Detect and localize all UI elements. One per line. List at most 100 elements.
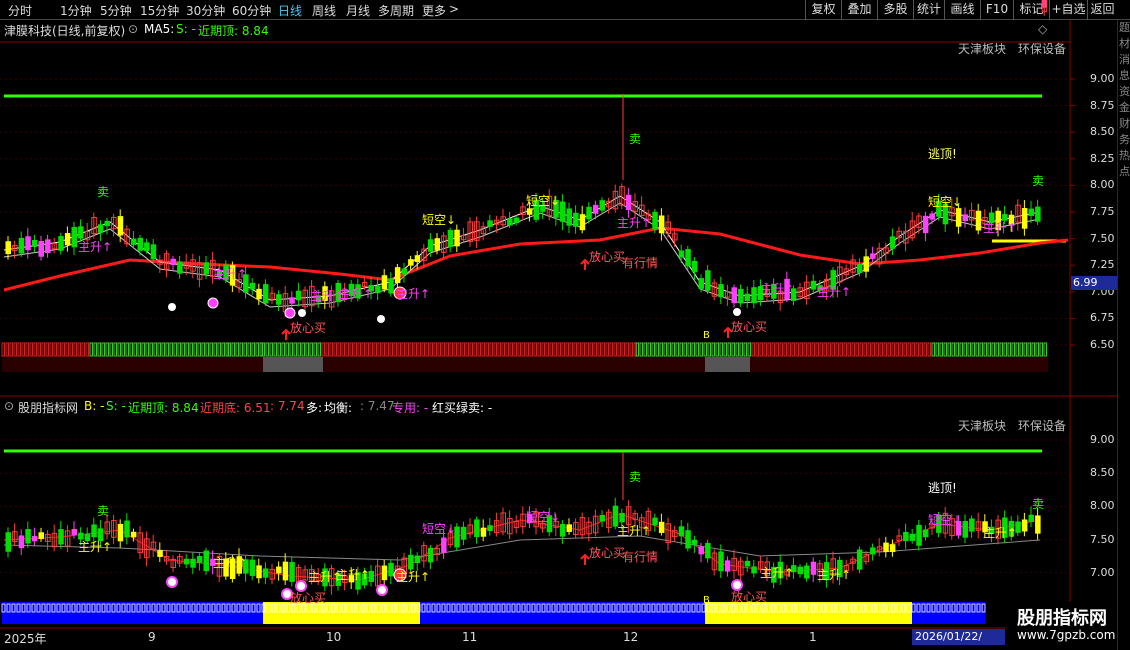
candle-body (718, 284, 724, 298)
watermark-title: 股朋指标网 (1017, 608, 1107, 629)
kline-chart-canvas[interactable] (0, 0, 1117, 650)
candle-body (289, 297, 295, 304)
candle-body (25, 236, 31, 251)
candle-body (652, 211, 658, 230)
zhusheng-label: 主升↑ (339, 287, 374, 301)
sub-candle-body (969, 518, 975, 532)
sub-candle-body (619, 512, 625, 523)
band-grey (705, 357, 750, 372)
candle-body (526, 208, 533, 215)
chevron-down-icon[interactable]: ⊙ (128, 22, 138, 36)
candle-body (592, 204, 599, 214)
candle-body (922, 215, 929, 234)
sub-candle-body (183, 558, 190, 565)
sub-price-tick-label: 7.50 (1090, 532, 1115, 546)
sub-candle-body (698, 546, 704, 555)
right-column-char: 消 (1119, 53, 1130, 66)
short-signal-label: 短空↓ (526, 194, 561, 208)
sub-candle-body (1035, 515, 1041, 534)
zhusheng-label: 主升↑ (213, 267, 248, 281)
sub-candle-body (705, 542, 711, 559)
sub-candle-body (460, 526, 467, 540)
zhusheng-label: 主升↑ (817, 285, 852, 299)
price-tick-label: 6.75 (1090, 311, 1115, 325)
sub-candle-body (249, 559, 256, 576)
right-column-char: 热 (1119, 149, 1130, 162)
candle-body (975, 210, 982, 231)
zhusheng-label: 主升↑ (983, 221, 1018, 235)
sub-candle-body (751, 566, 757, 574)
right-column-char: 资 (1119, 85, 1130, 98)
sub-candle-body (388, 562, 394, 577)
sub-candle-body (414, 555, 421, 564)
candle-body (929, 213, 935, 220)
sector-tag-tianjin[interactable]: 天津板块 (958, 40, 1006, 57)
sector-tag-env[interactable]: 环保设备 (1018, 40, 1066, 57)
signal-bands (1, 342, 1048, 624)
fangxin-label: 放心买 (731, 320, 768, 334)
price-tick-label: 7.50 (1090, 231, 1115, 245)
candle-body (454, 229, 460, 247)
candle-body (738, 288, 744, 304)
cursor-date-value: 2026/01/22/ (915, 630, 983, 643)
right-column-char: 材 (1119, 37, 1130, 50)
sub-candle-body (889, 544, 896, 552)
zhusheng-label: 主升↑ (983, 526, 1018, 540)
zhusheng-label: 主升↑ (760, 566, 795, 580)
price-tick-label: 8.75 (1090, 98, 1115, 112)
time-label-jan: 1 (809, 630, 817, 644)
sub-candle-body (276, 566, 282, 574)
sub-candle-body (262, 568, 269, 578)
zhusheng-label: 主升↑ (336, 568, 371, 582)
sub-candle-body (289, 562, 295, 582)
candle-body (599, 200, 605, 211)
candle-body (513, 217, 520, 223)
sub-panel-title[interactable]: 股朋指标网 (18, 399, 78, 416)
sub-candle-body (724, 560, 731, 572)
ma5-label: MA5: (144, 22, 175, 36)
candle-body (18, 237, 25, 254)
right-info-column[interactable]: 题材消息资金财务热点 (1117, 20, 1130, 650)
candle-body (685, 249, 691, 267)
diamond-icon[interactable]: ◇ (1038, 22, 1047, 36)
right-column-char: 财 (1119, 117, 1130, 130)
candle-body (1035, 206, 1041, 222)
candle-body (559, 201, 566, 222)
candle-body (579, 214, 586, 231)
sector-tag-env[interactable]: 环保设备 (1018, 417, 1066, 434)
candle-body (97, 224, 104, 233)
candle-body (487, 220, 493, 227)
sub-candle-body (685, 530, 691, 549)
sector-tag-tianjin[interactable]: 天津板块 (958, 417, 1006, 434)
candle-body (388, 278, 394, 294)
s-value: S: - (176, 22, 196, 36)
youhang-label: 有行情 (622, 550, 659, 564)
sub-price-tick-label: 8.00 (1090, 499, 1115, 513)
zhusheng-label: 主升↑ (78, 540, 113, 554)
sub-candle-body (678, 526, 685, 537)
b-value: B: - (84, 399, 105, 413)
band-grey (263, 357, 323, 372)
magenta-flower-icon (207, 297, 219, 309)
right-column-char: 务 (1119, 133, 1130, 146)
zhusheng-label: 主升↑ (213, 556, 248, 570)
short-signal-label: 短空↓ (928, 513, 963, 527)
candle-body (31, 239, 38, 247)
panel-toggle-icon[interactable]: ⊙ (4, 399, 14, 413)
sub-candle-body (124, 520, 130, 538)
sub-candle-body (909, 533, 916, 541)
candle-body (586, 206, 592, 220)
stock-title[interactable]: 津膜科技(日线,前复权) (4, 22, 125, 39)
zhusheng-label: 主升↑ (617, 524, 652, 538)
sub-candle-body (381, 565, 388, 581)
short-signal-label: 短空↓ (422, 213, 457, 227)
zhusheng-label: 主升↑ (396, 570, 431, 584)
sub-candle-body (559, 523, 566, 537)
price-tick-label: 8.00 (1090, 178, 1115, 192)
sub-flower-icon (166, 576, 178, 588)
sub-candle-body (25, 529, 31, 544)
taoding-label: 逃顶! (928, 481, 957, 495)
sub-candle-body (1028, 514, 1034, 522)
time-label-nov: 11 (462, 630, 478, 644)
sub-band-yellow (705, 602, 912, 624)
